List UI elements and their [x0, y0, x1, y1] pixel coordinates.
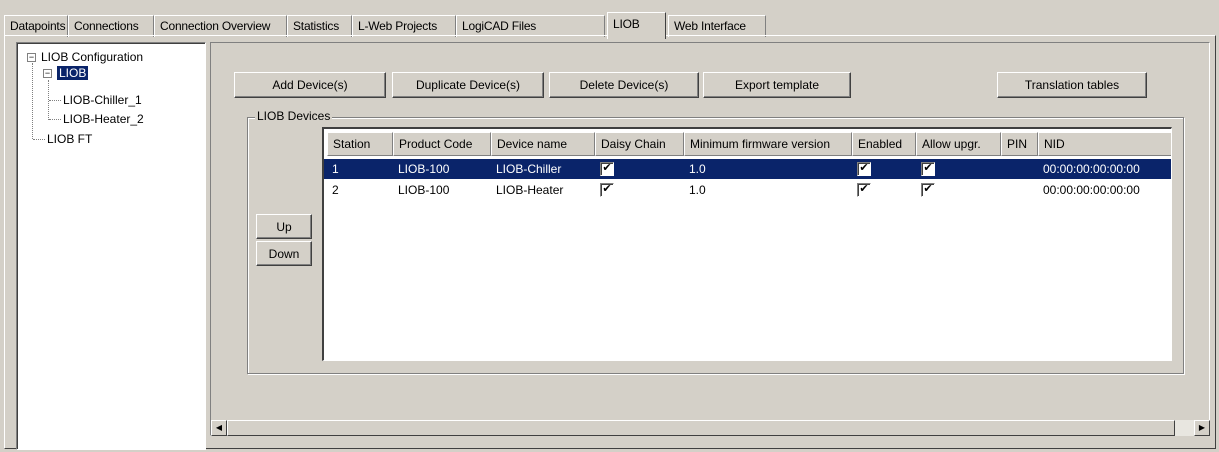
tab-strip: Datapoints Connections Connection Overvi…: [4, 12, 1216, 39]
tree-node-label: LIOB-Chiller_1: [63, 93, 142, 107]
tab-connection-overview[interactable]: Connection Overview: [154, 15, 287, 37]
cell-device-name: LIOB-Heater: [496, 183, 564, 197]
daisy-chain-checkbox[interactable]: ✔: [600, 183, 614, 197]
duplicate-devices-button[interactable]: Duplicate Device(s): [392, 72, 544, 98]
enabled-checkbox[interactable]: ✔: [857, 183, 871, 197]
daisy-chain-checkbox[interactable]: ✔: [600, 162, 614, 176]
scroll-right-icon[interactable]: ▶: [1194, 420, 1210, 436]
allow-upgrade-checkbox[interactable]: ✔: [921, 183, 935, 197]
add-devices-button[interactable]: Add Device(s): [234, 72, 386, 98]
move-down-button[interactable]: Down: [256, 241, 312, 266]
translation-tables-button[interactable]: Translation tables: [997, 72, 1147, 98]
config-tree[interactable]: − LIOB Configuration − LIOB LIOB-Chiller…: [16, 42, 206, 450]
cell-nid: 00:00:00:00:00:00: [1043, 162, 1140, 176]
cell-nid: 00:00:00:00:00:00: [1043, 183, 1140, 197]
tab-web-interface[interactable]: Web Interface: [668, 15, 766, 37]
cell-min-firmware: 1.0: [689, 162, 706, 176]
cell-pin: [1001, 180, 1006, 200]
group-title: LIOB Devices: [255, 109, 333, 123]
tab-connections[interactable]: Connections: [68, 15, 154, 37]
tree-connector: [49, 119, 61, 120]
tree-node-label: LIOB-Heater_2: [63, 112, 144, 126]
allow-upgrade-checkbox[interactable]: ✔: [921, 162, 935, 176]
tree-node-label: LIOB: [57, 66, 89, 80]
tab-l-web-projects[interactable]: L-Web Projects: [352, 15, 456, 37]
tab-logicad-files[interactable]: LogiCAD Files: [456, 15, 605, 37]
column-header-allow-upgr[interactable]: Allow upgr.: [916, 132, 1001, 156]
tree-node-liob-configuration[interactable]: LIOB Configuration: [41, 49, 143, 65]
tab-datapoints[interactable]: Datapoints: [4, 15, 68, 37]
tree-node-liob-ft[interactable]: LIOB FT: [47, 131, 92, 147]
move-up-button[interactable]: Up: [256, 214, 312, 239]
cell-station: 1: [332, 162, 339, 176]
delete-devices-button[interactable]: Delete Device(s): [549, 72, 699, 98]
tree-node-label: LIOB Configuration: [41, 50, 144, 64]
tree-node-liob[interactable]: LIOB: [57, 65, 89, 81]
column-header-daisy-chain[interactable]: Daisy Chain: [595, 132, 684, 156]
scroll-left-icon[interactable]: ◀: [211, 420, 227, 436]
tree-connector: [32, 63, 33, 139]
cell-station: 2: [332, 183, 339, 197]
tree-connector: [33, 139, 45, 140]
table-row[interactable]: 2 LIOB-100 LIOB-Heater ✔ 1.0 ✔ ✔ 00:00:0…: [324, 180, 1171, 200]
collapse-icon[interactable]: −: [43, 69, 52, 78]
horizontal-scrollbar[interactable]: ◀ ▶: [211, 420, 1210, 436]
column-header-station[interactable]: Station: [327, 132, 393, 156]
tree-node-liob-heater[interactable]: LIOB-Heater_2: [63, 111, 144, 127]
column-header-min-firmware[interactable]: Minimum firmware version: [684, 132, 852, 156]
cell-pin: [1001, 159, 1006, 179]
tree-node-label: LIOB FT: [47, 132, 93, 146]
enabled-checkbox[interactable]: ✔: [857, 162, 871, 176]
tree-connector: [49, 100, 61, 101]
column-header-product-code[interactable]: Product Code: [393, 132, 491, 156]
devices-table[interactable]: Station Product Code Device name Daisy C…: [322, 127, 1172, 361]
export-template-button[interactable]: Export template: [703, 72, 851, 98]
cell-product-code: LIOB-100: [398, 183, 450, 197]
cell-product-code: LIOB-100: [398, 162, 450, 176]
collapse-icon[interactable]: −: [27, 53, 36, 62]
tree-node-liob-chiller[interactable]: LIOB-Chiller_1: [63, 92, 142, 108]
scrollbar-thumb[interactable]: [227, 420, 1175, 436]
column-header-enabled[interactable]: Enabled: [852, 132, 916, 156]
column-header-nid[interactable]: NID: [1038, 132, 1171, 156]
cell-min-firmware: 1.0: [689, 183, 706, 197]
tab-statistics[interactable]: Statistics: [287, 15, 352, 37]
column-header-device-name[interactable]: Device name: [491, 132, 595, 156]
column-header-pin[interactable]: PIN: [1001, 132, 1038, 156]
table-row[interactable]: 1 LIOB-100 LIOB-Chiller ✔ 1.0 ✔ ✔ 00:00:…: [324, 159, 1171, 179]
tab-liob[interactable]: LIOB: [607, 12, 666, 39]
cell-device-name: LIOB-Chiller: [496, 162, 562, 176]
